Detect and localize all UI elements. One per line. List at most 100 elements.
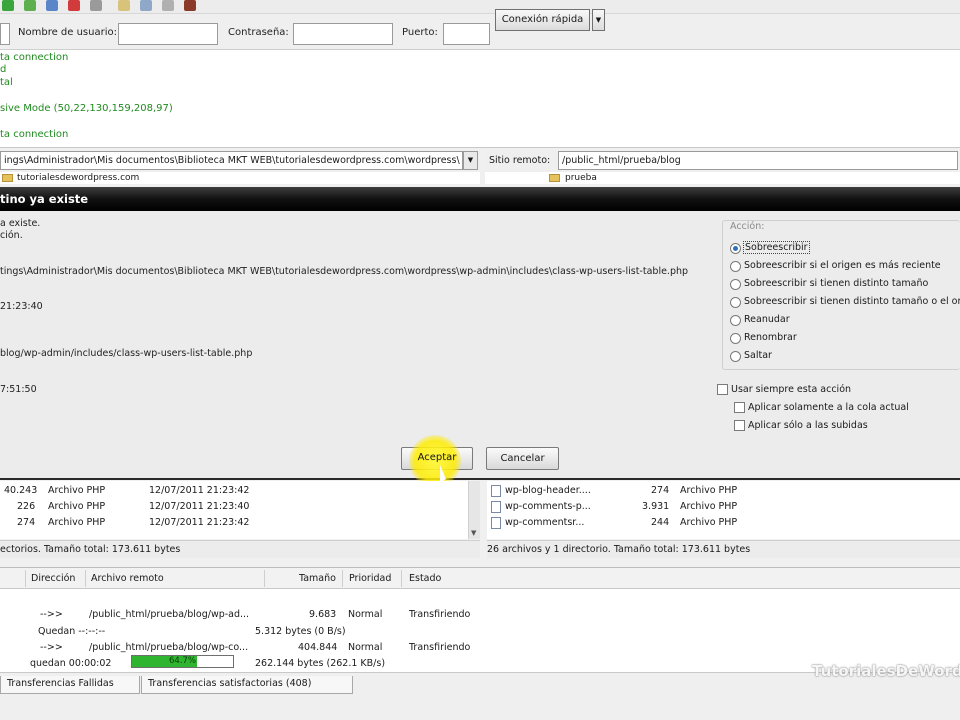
message-log[interactable]: ta connection d tal sive Mode (50,22,130… <box>0 50 960 148</box>
local-path-dropdown[interactable]: ▼ <box>463 151 478 170</box>
table-row[interactable]: 40.243 Archivo PHP 12/07/2011 21:23:42 <box>0 483 480 499</box>
table-row[interactable]: wp-blog-header.... 274 Archivo PHP <box>487 483 960 499</box>
radio-overwrite-if-newer[interactable] <box>730 261 741 272</box>
folder-icon <box>549 174 560 182</box>
radio-overwrite[interactable] <box>730 243 741 254</box>
file-name: wp-comments-p... <box>505 501 591 512</box>
tab-successful-transfers[interactable]: Transferencias satisfactorias (408) <box>141 676 353 694</box>
php-file-icon <box>491 485 501 497</box>
queue-remote-file: /public_html/prueba/blog/wp-ad... <box>89 609 250 620</box>
remote-tree[interactable]: prueba <box>485 172 960 184</box>
filter-icon[interactable] <box>118 0 130 11</box>
file-type: Archivo PHP <box>48 517 106 528</box>
column-header-status[interactable]: Estado <box>409 573 441 584</box>
radio-resume[interactable] <box>730 315 741 326</box>
log-line: ta connection <box>0 129 69 140</box>
radio-overwrite-if-size-or-newer[interactable] <box>730 297 741 308</box>
radio-rename[interactable] <box>730 333 741 344</box>
target-file-path: blog/wp-admin/includes/class-wp-users-li… <box>0 348 253 359</box>
remote-tree-item[interactable]: prueba <box>565 173 597 183</box>
toolbar <box>0 0 960 14</box>
source-file-date: 21:23:40 <box>0 301 43 312</box>
current-queue-label[interactable]: Aplicar solamente a la cola actual <box>748 402 909 413</box>
radio-label[interactable]: Sobreescribir si el origen es más recien… <box>744 260 941 271</box>
column-header-priority[interactable]: Prioridad <box>349 573 391 584</box>
always-use-action-label[interactable]: Usar siempre esta acción <box>731 384 851 395</box>
queue-direction: -->> <box>40 609 63 620</box>
log-line: tal <box>0 77 13 88</box>
quickconnect-dropdown-button[interactable]: ▼ <box>592 9 605 31</box>
local-site-bar: ings\Administrador\Mis documentos\Biblio… <box>0 150 480 172</box>
cancel-button[interactable]: Cancelar <box>486 447 559 470</box>
host-field[interactable] <box>0 23 10 45</box>
transfer-queue[interactable]: -->> /public_html/prueba/blog/wp-ad... 9… <box>0 589 960 672</box>
file-type: Archivo PHP <box>48 501 106 512</box>
radio-overwrite-if-size-differs[interactable] <box>730 279 741 290</box>
column-header-remote-file[interactable]: Archivo remoto <box>91 573 164 584</box>
queue-size: 404.844 <box>298 642 338 653</box>
table-row[interactable]: wp-comments-p... 3.931 Archivo PHP <box>487 499 960 515</box>
local-path-input[interactable]: ings\Administrador\Mis documentos\Biblio… <box>0 151 463 170</box>
username-field[interactable] <box>118 23 218 45</box>
file-size: 3.931 <box>642 501 670 512</box>
target-file-date: 7:51:50 <box>0 384 37 395</box>
file-date: 12/07/2011 21:23:42 <box>149 485 250 496</box>
progress-text: 64.7% <box>168 656 196 666</box>
scroll-down-icon[interactable]: ▼ <box>471 529 476 537</box>
red-cancel-icon[interactable] <box>68 0 80 11</box>
radio-label[interactable]: Renombrar <box>744 332 797 343</box>
log-line: d <box>0 64 7 75</box>
local-tree[interactable]: tutorialesdewordpress.com <box>0 172 480 184</box>
queue-row[interactable]: -->> /public_html/prueba/blog/wp-ad... 9… <box>0 609 960 622</box>
port-label: Puerto: <box>402 27 438 38</box>
remote-path-input[interactable]: /public_html/prueba/blog <box>558 151 958 170</box>
uploads-only-label[interactable]: Aplicar sólo a las subidas <box>748 420 868 431</box>
log-line: sive Mode (50,22,130,159,208,97) <box>0 103 173 114</box>
radio-label[interactable]: Sobreescribir si tienen distinto tamaño … <box>744 296 960 307</box>
tab-failed-transfers[interactable]: Transferencias Fallidas <box>0 676 140 694</box>
queue-row-detail: Quedan --:--:-- 5.312 bytes (0 B/s) <box>0 626 960 639</box>
current-queue-checkbox[interactable] <box>734 402 745 413</box>
transfer-progress-bar: 64.7% <box>131 655 234 668</box>
uploads-only-checkbox[interactable] <box>734 420 745 431</box>
disconnect-icon[interactable] <box>90 0 102 11</box>
radio-label[interactable]: Saltar <box>744 350 772 361</box>
blue-sync-icon[interactable] <box>46 0 58 11</box>
queue-row[interactable]: -->> /public_html/prueba/blog/wp-co... 4… <box>0 642 960 655</box>
local-tree-item[interactable]: tutorialesdewordpress.com <box>17 173 139 183</box>
radio-label[interactable]: Sobreescribir si tienen distinto tamaño <box>744 278 928 289</box>
file-name: wp-blog-header.... <box>505 485 591 496</box>
green-arrow-icon[interactable] <box>2 0 14 11</box>
radio-label[interactable]: Reanudar <box>744 314 790 325</box>
queue-transferred: 5.312 bytes (0 B/s) <box>255 626 346 637</box>
table-row[interactable]: wp-commentsr... 244 Archivo PHP <box>487 515 960 531</box>
local-scrollbar[interactable]: ▼ <box>468 481 480 539</box>
table-row[interactable]: 274 Archivo PHP 12/07/2011 21:23:42 <box>0 515 480 531</box>
queue-status: Transfiriendo <box>409 609 471 620</box>
file-name: wp-commentsr... <box>505 517 585 528</box>
remote-site-label: Sitio remoto: <box>489 155 551 166</box>
dialog-title: tino ya existe <box>0 187 960 211</box>
column-header-size[interactable]: Tamaño <box>299 573 336 584</box>
file-type: Archivo PHP <box>48 485 106 496</box>
folder-icon <box>2 174 13 182</box>
file-size: 274 <box>17 517 36 528</box>
search-icon[interactable] <box>162 0 174 11</box>
local-file-list[interactable]: 40.243 Archivo PHP 12/07/2011 21:23:42 2… <box>0 481 480 539</box>
action-group-title: Acción: <box>728 221 767 232</box>
binoculars-icon[interactable] <box>184 0 196 11</box>
port-field[interactable] <box>443 23 490 45</box>
log-line: ta connection <box>0 52 69 63</box>
compare-icon[interactable] <box>140 0 152 11</box>
php-file-icon <box>491 501 501 513</box>
column-header-direction[interactable]: Dirección <box>31 573 75 584</box>
radio-skip[interactable] <box>730 351 741 362</box>
remote-file-list[interactable]: wp-blog-header.... 274 Archivo PHP wp-co… <box>487 481 960 539</box>
queue-status: Transfiriendo <box>409 642 471 653</box>
always-use-action-checkbox[interactable] <box>717 384 728 395</box>
quickconnect-button[interactable]: Conexión rápida <box>495 9 590 31</box>
password-field[interactable] <box>293 23 393 45</box>
green-arrow-icon[interactable] <box>24 0 36 11</box>
radio-label[interactable]: Sobreescribir <box>743 241 810 254</box>
table-row[interactable]: 226 Archivo PHP 12/07/2011 21:23:40 <box>0 499 480 515</box>
